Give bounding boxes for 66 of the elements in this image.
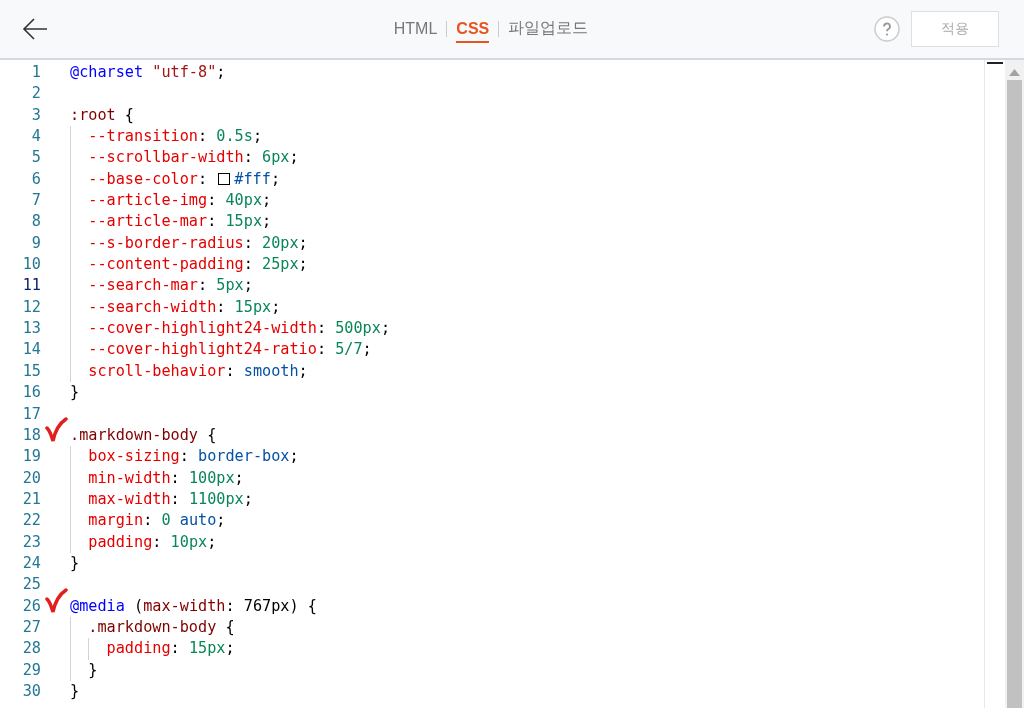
scroll-up-icon[interactable] xyxy=(1009,69,1020,76)
code-line: } xyxy=(70,382,80,404)
code-line: } xyxy=(70,659,98,681)
line-number: 23 xyxy=(21,531,41,553)
line-number: 15 xyxy=(21,360,41,382)
line-number: 5 xyxy=(30,147,41,169)
line-number: 6 xyxy=(30,168,41,190)
apply-button[interactable]: 적용 xyxy=(911,11,999,47)
line-number: 12 xyxy=(21,296,41,318)
line-number: 24 xyxy=(21,552,41,574)
code-line: .markdown-body { xyxy=(70,424,217,446)
line-number: 18 xyxy=(21,424,41,446)
line-number: 16 xyxy=(21,382,41,404)
line-number: 27 xyxy=(21,616,41,638)
code-line: @media (max-width: 767px) { xyxy=(70,595,317,617)
code-line: --article-mar: 15px; xyxy=(70,211,272,233)
editor-tab[interactable]: 파일업로드 xyxy=(508,14,589,44)
code-line: .markdown-body { xyxy=(70,616,235,639)
line-number: 11 xyxy=(21,275,41,297)
line-number: 17 xyxy=(21,403,41,425)
line-number: 19 xyxy=(21,446,41,468)
code-line: scroll-behavior: smooth; xyxy=(70,360,308,383)
back-arrow-icon[interactable] xyxy=(22,17,48,41)
code-line: :root { xyxy=(70,104,134,126)
line-number: 20 xyxy=(21,467,41,489)
code-line: --s-border-radius: 20px; xyxy=(70,232,308,255)
line-number: 29 xyxy=(21,659,41,681)
code-line: --cover-highlight24-ratio: 5/7; xyxy=(70,339,372,361)
line-number: 30 xyxy=(21,680,41,702)
line-number: 9 xyxy=(30,232,41,254)
line-number: 1 xyxy=(30,62,41,83)
line-number: 4 xyxy=(30,126,41,148)
code-line: --search-mar: 5px; xyxy=(70,275,253,297)
editor-tab[interactable]: CSS xyxy=(456,15,490,43)
help-icon[interactable] xyxy=(874,16,900,42)
line-number: 22 xyxy=(21,510,41,532)
line-number: 14 xyxy=(21,339,41,361)
code-line: padding: 15px; xyxy=(70,638,235,660)
code-line: --transition: 0.5s; xyxy=(70,126,263,148)
scrollbar[interactable] xyxy=(1005,60,1024,708)
code-line: --search-width: 15px; xyxy=(70,296,281,319)
line-number: 25 xyxy=(21,574,41,596)
code-line: } xyxy=(70,552,80,574)
code-line: --scrollbar-width: 6px; xyxy=(70,147,299,169)
code-line: --article-img: 40px; xyxy=(70,190,272,212)
code-line: box-sizing: border-box; xyxy=(70,446,299,468)
line-number: 13 xyxy=(21,318,41,340)
color-swatch-icon[interactable] xyxy=(218,173,231,186)
line-number: 2 xyxy=(30,83,41,105)
code-line: min-width: 100px; xyxy=(70,467,244,489)
code-line: --content-padding: 25px; xyxy=(70,254,308,276)
editor-tab[interactable]: HTML xyxy=(393,15,438,43)
line-number: 28 xyxy=(21,638,41,660)
code-line: max-width: 1100px; xyxy=(70,488,253,511)
line-number: 3 xyxy=(30,104,41,126)
line-number: 8 xyxy=(30,211,41,233)
code-line: @charset "utf-8"; xyxy=(70,62,226,83)
line-number: 7 xyxy=(30,190,41,212)
line-number: 10 xyxy=(21,254,41,276)
code-line: --cover-highlight24-width: 500px; xyxy=(70,318,391,340)
code-line: margin: 0 auto; xyxy=(70,510,226,532)
code-line: padding: 10px; xyxy=(70,531,217,553)
line-number: 21 xyxy=(21,488,41,510)
code-line: --base-color: #fff; xyxy=(70,168,281,191)
code-line: } xyxy=(70,680,80,702)
line-number: 26 xyxy=(21,595,41,617)
